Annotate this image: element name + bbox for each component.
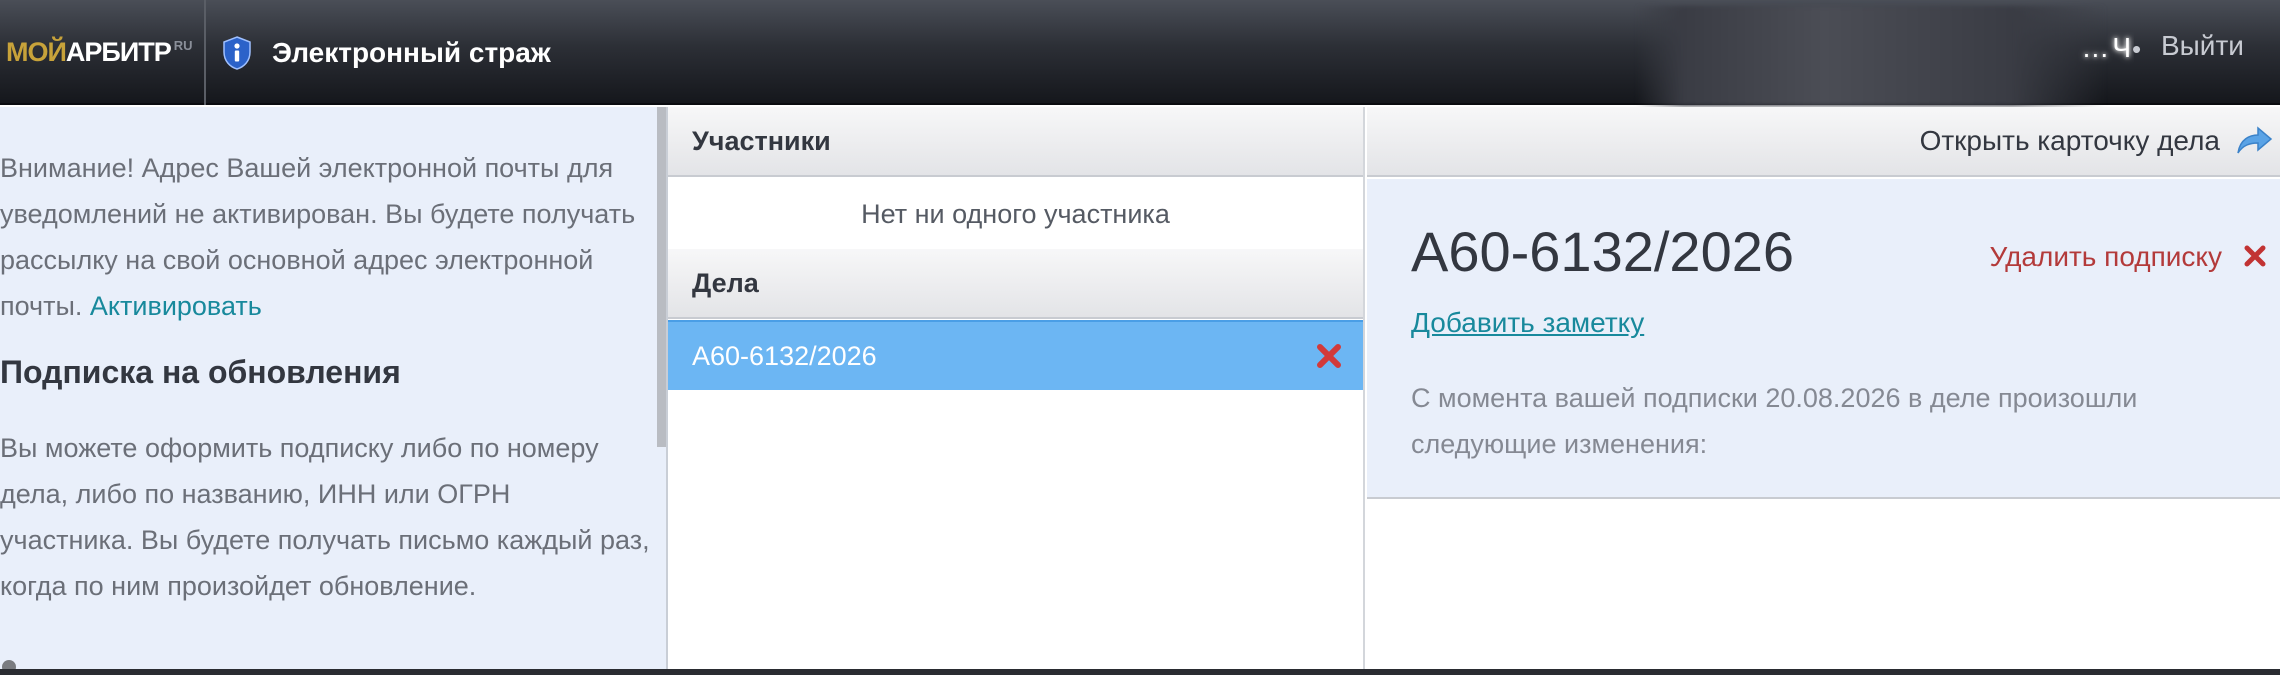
shield-info-icon [223,35,251,70]
logo-part-ru: RU [173,38,193,53]
arrow-forward-icon[interactable] [2234,125,2274,157]
scrollbar[interactable] [657,107,666,447]
logo-part-moi: МОЙ [6,37,67,67]
participants-empty-message: Нет ни одного участника [861,198,1170,229]
close-x-icon[interactable] [2242,243,2268,269]
logo[interactable]: МОЙ АРБИТР RU [0,0,206,105]
info-panel: Внимание! Адрес Вашей электронной почты … [0,107,668,669]
add-note-link[interactable]: Добавить заметку [1411,307,1644,339]
user-area: …Ч • Выйти [1636,0,2280,106]
email-notice: Внимание! Адрес Вашей электронной почты … [0,145,650,329]
case-list-item[interactable]: А60-6132/2026 [668,320,1363,390]
header-separator: • [2132,34,2142,64]
logo-part-arbitr: АРБИТР [65,37,172,67]
app-title[interactable]: Электронный страж [222,0,551,105]
close-x-icon[interactable] [1315,342,1343,370]
top-bar: МОЙ АРБИТР RU Электронный страж …Ч • Вый… [0,0,2280,106]
app-title-text: Электронный страж [272,36,551,68]
changes-text: С момента вашей подписки 20.08.2026 в де… [1411,383,2138,459]
participants-header: Участники [668,107,1363,177]
bottom-strip [0,669,2280,675]
unsubscribe-link[interactable]: Удалить подписку [1989,241,2222,273]
user-name[interactable]: …Ч [1694,32,2134,68]
case-detail-panel: Открыть карточку дела А60-6132/2026 Удал… [1367,107,2280,669]
case-list-item-number: А60-6132/2026 [692,340,877,371]
cases-header: Дела [668,249,1363,319]
case-number-title: А60-6132/2026 [1411,220,1795,283]
case-detail-card: А60-6132/2026 Удалить подписку Добавить … [1367,179,2280,499]
subscriptions-panel: Участники Нет ни одного участника Дела А… [668,107,1365,669]
subscription-text: Вы можете оформить подписку либо по номе… [0,433,650,601]
activate-link[interactable]: Активировать [90,291,262,321]
logout-link[interactable]: Выйти [2161,30,2244,62]
subscription-title: Подписка на обновления [0,354,401,390]
open-case-card-link[interactable]: Открыть карточку дела [1920,125,2220,157]
case-detail-header: Открыть карточку дела [1367,107,2280,177]
